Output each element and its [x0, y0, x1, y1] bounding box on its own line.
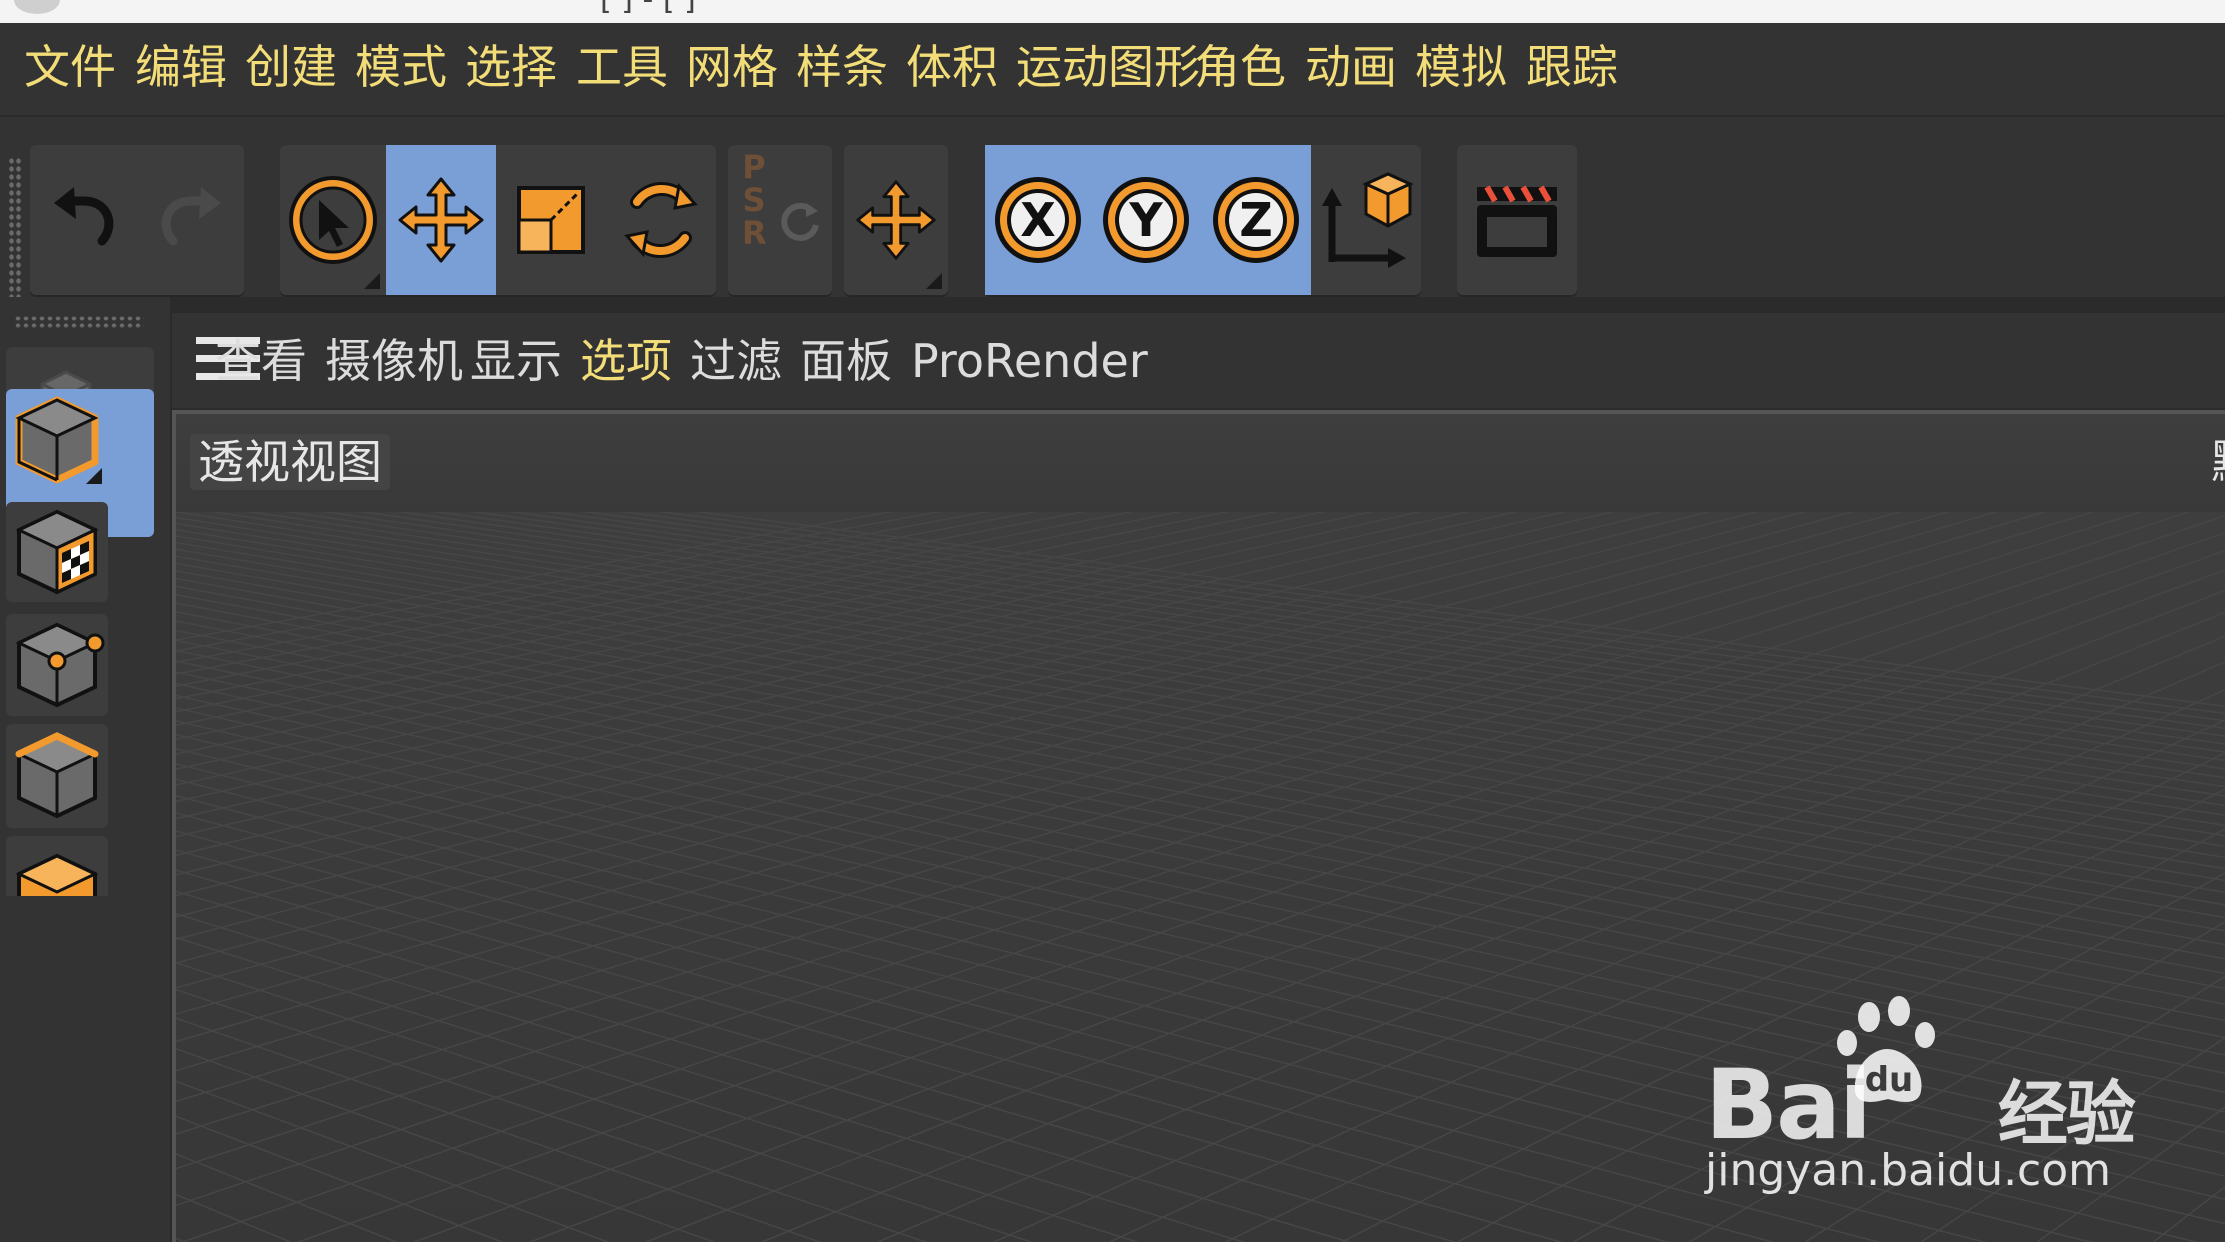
- app-logo-icon: [14, 0, 60, 14]
- psr-letter-s: S: [742, 181, 766, 219]
- menu-file[interactable]: 文件: [24, 39, 116, 95]
- z-axis-label: Z: [1239, 193, 1272, 247]
- menu-tools[interactable]: 工具: [576, 39, 668, 95]
- viewport-menu-bar: 查看 摄像机 显示 选项 过滤 面板 ProRender: [172, 313, 2225, 408]
- menu-track[interactable]: 跟踪: [1526, 39, 1618, 95]
- x-axis-toggle[interactable]: X: [985, 145, 1091, 295]
- psr-reset-icon: [781, 202, 819, 241]
- point-mode-button[interactable]: [6, 614, 108, 716]
- scale-tool-button[interactable]: [496, 145, 606, 295]
- move-icon: [856, 180, 936, 260]
- menu-spline[interactable]: 样条: [796, 39, 888, 95]
- redo-icon: [161, 187, 221, 246]
- psr-letters: P S R: [742, 148, 767, 252]
- x-axis-label: X: [1020, 193, 1055, 247]
- render-button[interactable]: [1457, 145, 1577, 295]
- axis-lock-group: X Y Z: [985, 145, 1421, 295]
- view-menu-panel[interactable]: 面板: [800, 333, 892, 389]
- psr-group: P S R: [728, 145, 832, 295]
- submenu-indicator: [86, 468, 102, 484]
- world-coordinate-icon: [1322, 172, 1414, 268]
- x-axis-icon: X: [995, 177, 1081, 263]
- menu-edit[interactable]: 编辑: [135, 39, 227, 95]
- watermark-brand-jingyan: 经验: [1997, 1073, 2136, 1155]
- window-title: [ ] - [ ]: [600, 0, 1200, 14]
- y-axis-icon: Y: [1103, 177, 1189, 263]
- view-menu-options[interactable]: 选项: [580, 333, 672, 389]
- undo-icon: [53, 187, 113, 246]
- baidu-jingyan-watermark: du Bai 经验 jingyan.baidu.com: [1705, 995, 2136, 1205]
- title-bar: [ ] - [ ]: [0, 0, 2225, 23]
- move-icon: [398, 177, 484, 263]
- coordinate-system-button[interactable]: [1311, 145, 1421, 295]
- view-menu-prorender[interactable]: ProRender: [911, 333, 1148, 389]
- main-menu-bar: 文件 编辑 创建 模式 选择 工具 网格 样条 体积 运动图形 角色 动画 模拟…: [0, 23, 2225, 117]
- render-group: [1457, 145, 1577, 295]
- transform-tools-group: [280, 145, 716, 295]
- view-menu-filter[interactable]: 过滤: [690, 333, 782, 389]
- move-tool-button[interactable]: [386, 145, 496, 295]
- history-group: [30, 145, 244, 295]
- texture-mode-icon: [15, 509, 99, 595]
- command-toolbar: P S R X Y Z: [0, 117, 2225, 397]
- z-axis-icon: Z: [1213, 177, 1299, 263]
- viewport-camera-label[interactable]: 默: [2211, 434, 2225, 490]
- live-select-button[interactable]: [280, 145, 386, 295]
- y-axis-label: Y: [1128, 193, 1163, 247]
- palette-grip[interactable]: [14, 315, 144, 329]
- scale-icon: [517, 186, 585, 254]
- menu-select[interactable]: 选择: [465, 39, 557, 95]
- z-axis-toggle[interactable]: Z: [1201, 145, 1311, 295]
- y-axis-toggle[interactable]: Y: [1091, 145, 1201, 295]
- polygon-mode-button[interactable]: [6, 836, 108, 896]
- menu-simulate[interactable]: 模拟: [1415, 39, 1507, 95]
- clapperboard-icon: [1477, 185, 1557, 257]
- view-menu-cameras[interactable]: 摄像机: [325, 333, 463, 389]
- view-menu-display[interactable]: 显示: [470, 333, 562, 389]
- cinema4d-window: [ ] - [ ] 文件 编辑 创建 模式 选择 工具 网格 样条 体积 运动图…: [0, 0, 2225, 1242]
- rotate-tool-button[interactable]: [606, 145, 716, 295]
- edge-mode-button[interactable]: [6, 724, 108, 828]
- watermark-url: jingyan.baidu.com: [1705, 1145, 2112, 1196]
- view-menu-view[interactable]: 查看: [215, 333, 307, 389]
- menu-create[interactable]: 创建: [245, 39, 337, 95]
- viewport-name-label[interactable]: 透视视图: [190, 434, 390, 490]
- move-group: [844, 145, 948, 295]
- redo-button[interactable]: [137, 145, 244, 295]
- point-mode-icon: [15, 622, 105, 708]
- texture-mode-button[interactable]: [6, 502, 108, 602]
- undo-button[interactable]: [30, 145, 137, 295]
- polygon-mode-icon: [15, 853, 99, 896]
- psr-letter-r: R: [742, 214, 767, 252]
- menu-mograph[interactable]: 运动图形: [1016, 39, 1200, 95]
- move-button[interactable]: [844, 145, 948, 295]
- menu-mesh[interactable]: 网格: [686, 39, 778, 95]
- menu-mode[interactable]: 模式: [355, 39, 447, 95]
- menu-character[interactable]: 角色: [1194, 39, 1286, 95]
- live-select-icon: [289, 176, 377, 264]
- edge-mode-icon: [15, 732, 99, 819]
- submenu-indicator: [364, 273, 380, 289]
- menu-volume[interactable]: 体积: [906, 39, 998, 95]
- viewport-header: 透视视图 默: [176, 414, 2225, 512]
- rotate-icon: [624, 181, 698, 259]
- menu-animate[interactable]: 动画: [1305, 39, 1397, 95]
- psr-letter-p: P: [742, 148, 766, 186]
- psr-button[interactable]: P S R: [728, 145, 832, 295]
- model-mode-button[interactable]: [6, 390, 108, 490]
- submenu-indicator: [926, 273, 942, 289]
